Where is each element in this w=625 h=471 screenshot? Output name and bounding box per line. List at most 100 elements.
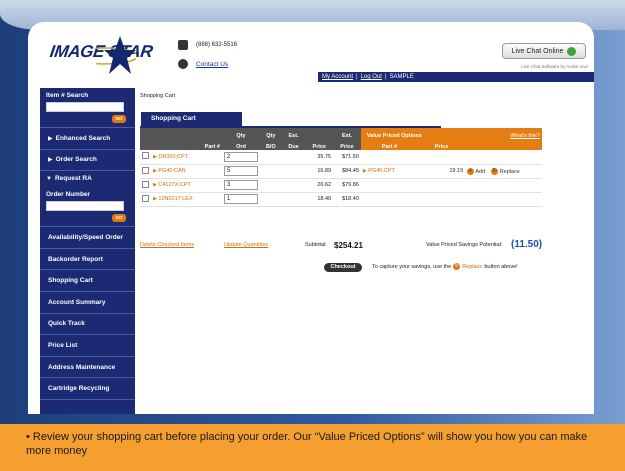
row-checkbox[interactable] (142, 166, 149, 174)
item-search-block: Item # Search GO (40, 88, 135, 128)
checkout-button[interactable]: Checkout (324, 263, 362, 272)
sidebar-item-label: Quick Track (48, 320, 85, 328)
table-row: ▶ DR350;CPT 2 35.75 $71.50 (140, 150, 542, 165)
col-price-header: Price (305, 139, 334, 150)
col-ext-price-top: Ext. (333, 128, 361, 139)
my-account-link[interactable]: My Account (322, 74, 353, 80)
savings-label: Value Priced Savings Potential: (426, 242, 503, 248)
capture-replace-word: Replace (462, 263, 483, 270)
caret-right-icon: ▶ (48, 135, 53, 142)
update-quantities-link[interactable]: Update Quantities (224, 242, 268, 248)
table-row: ▶ 10N0217;LEX 1 18.40 $18.40 (140, 192, 542, 207)
qty-input[interactable]: 3 (223, 180, 258, 190)
col-qty-ord-header: Ord (221, 139, 260, 150)
request-ra-title[interactable]: ▼ Request RA (46, 175, 129, 182)
sidebar-item-enhanced-search[interactable]: ▶ Enhanced Search (40, 128, 135, 150)
sidebar-item-label: Address Maintenance (48, 363, 116, 371)
col-ext-price-header: Price (333, 139, 361, 150)
replace-icon: ↻ (491, 167, 499, 175)
sidebar-item-account-summary[interactable]: Account Summary (40, 292, 135, 314)
order-number-label: Order Number (46, 191, 91, 199)
sidebar: Item # Search GO ▶ Enhanced Search ▶ Ord… (40, 88, 135, 414)
sidebar-item-label: Account Summary (48, 298, 106, 306)
delete-checked-items-link[interactable]: Delete Checked Items (140, 242, 194, 248)
slide-caption: • Review your shopping cart before placi… (0, 424, 625, 471)
whats-this-link[interactable]: What's this? (510, 133, 540, 139)
part-number[interactable]: C4127X;CPT (158, 182, 190, 188)
contact-us-link[interactable]: Contact Us (196, 61, 228, 68)
col-qty-ord-top: Qty (221, 128, 260, 139)
breadcrumb: Shopping Cart (140, 93, 176, 99)
plus-icon: + (467, 167, 475, 175)
ext-price: $18.40 (333, 192, 361, 207)
item-search-input[interactable] (46, 102, 124, 112)
sidebar-item-shopping-cart[interactable]: Shopping Cart (40, 270, 135, 292)
sidebar-item-label: Price List (48, 341, 78, 349)
logo: IMAGE STAR (42, 32, 157, 77)
ext-price: $84.45 (333, 164, 361, 179)
unit-price: 26.62 (305, 178, 334, 193)
subtotal-value: $254.21 (334, 241, 363, 250)
expand-arrow-icon[interactable]: ▶ (153, 182, 157, 188)
live-chat-label: Live Chat Online (511, 47, 564, 55)
sidebar-item-backorder[interactable]: Backorder Report (40, 249, 135, 271)
expand-arrow-icon[interactable]: ▶ (363, 168, 367, 174)
qty-input[interactable]: 2 (223, 151, 258, 162)
part-number[interactable]: PG40;CAN (158, 168, 185, 174)
col-part-header: Part # (151, 139, 222, 150)
capture-savings-hint: To capture your savings, use the ↻ Repla… (372, 263, 518, 270)
sidebar-item-order-search[interactable]: ▶ Order Search (40, 150, 135, 172)
request-ra-label: Request RA (54, 175, 92, 183)
separator: | (356, 74, 358, 80)
col-price-top (305, 128, 334, 139)
sidebar-item-address-maintenance[interactable]: Address Maintenance (40, 357, 135, 379)
contact-row[interactable]: Contact Us (178, 59, 228, 69)
item-search-title: Item # Search (46, 92, 89, 99)
expand-arrow-icon[interactable]: ▶ (153, 196, 157, 202)
sidebar-item-label: Cartridge Recycling (48, 385, 110, 393)
col-est-due-header: Due (281, 139, 306, 150)
subtotal-label: Subtotal: (305, 242, 327, 248)
order-number-go-button[interactable]: GO (112, 214, 126, 223)
vpo-part-number[interactable]: PG40;CPT (368, 168, 395, 174)
qty-input[interactable]: 5 (223, 166, 258, 176)
replace-button[interactable]: ↻ Replace (491, 167, 520, 175)
order-number-input[interactable] (46, 201, 124, 212)
replace-label: Replace (499, 168, 520, 175)
qty-input[interactable]: 1 (223, 194, 258, 204)
tab-shopping-cart[interactable]: Shopping Cart (141, 112, 242, 126)
star-icon (96, 36, 136, 74)
unit-price: 16.89 (305, 164, 334, 179)
phone-number: (888) 632-5516 (196, 42, 238, 48)
sidebar-item-label: Enhanced Search (55, 134, 111, 142)
row-checkbox[interactable] (142, 194, 149, 202)
add-button[interactable]: + Add (467, 167, 485, 175)
capture-text-pre: To capture your savings, use the (372, 263, 452, 270)
col-vpo-part-header: Part # (360, 139, 419, 150)
web-page: IMAGE STAR (888) 632-5516 Contact Us Liv… (28, 22, 594, 414)
whats-this-cell: What's this? (465, 128, 542, 139)
col-vpo-price-header: Price (418, 139, 466, 150)
expand-arrow-icon[interactable]: ▶ (153, 168, 157, 174)
part-number[interactable]: DR350;CPT (158, 154, 188, 160)
logout-link[interactable]: Log Out (361, 74, 382, 80)
item-search-go-button[interactable]: GO (112, 115, 126, 123)
sidebar-item-quick-track[interactable]: Quick Track (40, 314, 135, 336)
sidebar-item-price-list[interactable]: Price List (40, 335, 135, 357)
live-chat-button[interactable]: Live Chat Online (502, 43, 586, 59)
sidebar-item-availability[interactable]: Availability/Speed Order (40, 227, 135, 249)
value-priced-options-title: Value Priced Options (360, 128, 466, 139)
cart-table: Qty Qty Est. Ext. Value Priced Options W… (140, 128, 542, 207)
expand-arrow-icon[interactable]: ▶ (153, 154, 157, 160)
sidebar-item-cartridge-recycling[interactable]: Cartridge Recycling (40, 378, 135, 400)
row-checkbox[interactable] (142, 180, 149, 188)
chat-status-icon (567, 46, 577, 56)
vpo-price: 19.19 (418, 164, 466, 179)
caret-down-icon: ▼ (46, 176, 52, 183)
table-row: ▶ PG40;CAN 5 16.89 $84.45 ▶ PG40;CPT 19.… (140, 164, 542, 179)
row-checkbox[interactable] (142, 152, 149, 160)
col-qty-bo-header: B/O (259, 139, 282, 150)
request-ra-block: ▼ Request RA Order Number GO (40, 171, 135, 228)
separator: | (384, 74, 387, 80)
part-number[interactable]: 10N0217;LEX (158, 196, 192, 202)
